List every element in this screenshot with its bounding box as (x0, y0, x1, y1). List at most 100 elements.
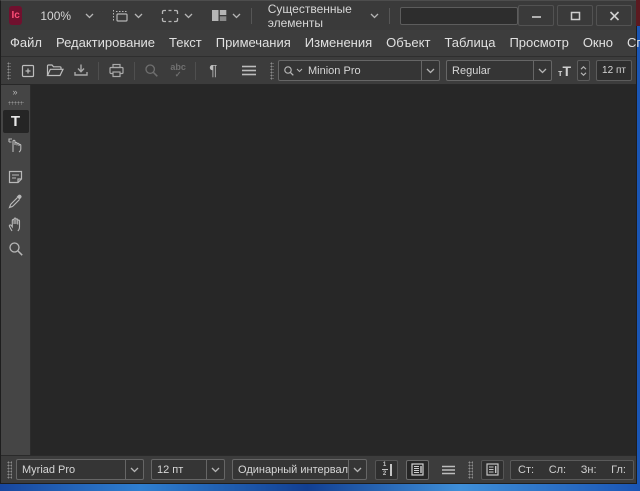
new-document-icon (20, 63, 36, 79)
app-icon[interactable]: Ic (9, 6, 22, 25)
statusbar-font-family-value: Myriad Pro (17, 464, 125, 476)
arrange-documents-icon (211, 9, 227, 22)
font-search-chevron-icon (296, 68, 303, 73)
close-button[interactable] (596, 5, 632, 26)
save-button[interactable] (71, 59, 91, 83)
stat-lines-label: Ст: (518, 464, 534, 476)
menu-view[interactable]: Просмотр (502, 30, 575, 56)
save-icon (73, 63, 89, 78)
show-hidden-characters-button[interactable]: ¶ (203, 59, 223, 83)
line-spacing-value: Одинарный интервал (233, 464, 348, 476)
statusbar-font-family-combo[interactable]: Myriad Pro (16, 459, 144, 480)
statusbar-font-size-combo[interactable]: 12 пт (151, 459, 225, 480)
menu-window[interactable]: Окно (576, 30, 620, 56)
galley-view-toggle-button[interactable] (406, 460, 429, 480)
desktop-wallpaper-accent (636, 0, 640, 26)
titlebar-separator (389, 8, 390, 24)
hand-icon (7, 216, 24, 233)
statusbar-grip-handle[interactable] (468, 461, 473, 479)
line-numbers-icon: 1 2 (382, 462, 392, 477)
hand-tool-button[interactable] (3, 213, 29, 236)
open-folder-icon (46, 63, 64, 78)
minimize-button[interactable] (518, 5, 554, 26)
position-tool-icon (7, 137, 25, 155)
expand-panel-icon[interactable]: » (12, 88, 18, 97)
open-button[interactable] (44, 59, 64, 83)
font-search-icon (283, 65, 295, 77)
type-tool-icon: T (11, 114, 20, 129)
toolbar-grip-handle[interactable] (7, 62, 11, 80)
screen-mode-dropdown[interactable] (161, 9, 193, 23)
menu-notes[interactable]: Примечания (209, 30, 298, 56)
incopy-window: Ic 100% (0, 0, 637, 484)
type-tool-button[interactable]: T (3, 110, 29, 133)
workspace-chevron-down-icon (370, 13, 379, 19)
font-size-value[interactable]: 12 пт (596, 60, 632, 81)
printer-icon (108, 63, 125, 78)
font-style-dropdown-button[interactable] (533, 61, 551, 80)
new-document-button[interactable] (18, 59, 38, 83)
screen-mode-icon (161, 9, 179, 23)
print-button[interactable] (106, 59, 126, 83)
main-area: » T (1, 85, 636, 455)
title-bar: Ic 100% (1, 1, 636, 30)
find-button[interactable] (141, 59, 161, 83)
workspace-label: Существенные элементы (268, 2, 364, 30)
titlebar-search-input[interactable] (400, 7, 518, 25)
document-canvas[interactable] (31, 85, 636, 455)
font-size-icon: тT (558, 64, 571, 78)
toolbar-menu-button[interactable] (239, 59, 259, 83)
note-tool-icon (7, 169, 24, 185)
position-tool-button[interactable] (3, 134, 29, 157)
maximize-button[interactable] (557, 5, 593, 26)
menu-type[interactable]: Текст (162, 30, 209, 56)
toolbar-separator (134, 62, 135, 80)
menu-table[interactable]: Таблица (437, 30, 502, 56)
statusbar-menu-button[interactable] (441, 465, 456, 475)
menu-file[interactable]: Файл (3, 30, 49, 56)
menu-changes[interactable]: Изменения (298, 30, 379, 56)
tools-panel-grip-handle[interactable] (8, 101, 24, 105)
control-toolbar: abc ✓ ¶ (1, 57, 636, 85)
spellcheck-icon: abc ✓ (170, 63, 186, 79)
chevron-down-icon (184, 13, 193, 19)
hamburger-icon (441, 465, 456, 475)
story-info-button[interactable] (481, 460, 504, 480)
menu-bar: Файл Редактирование Текст Примечания Изм… (1, 30, 636, 57)
story-info-icon (486, 463, 499, 476)
line-spacing-combo[interactable]: Одинарный интервал (232, 459, 367, 480)
toolbar-grip-handle[interactable] (270, 62, 274, 80)
font-style-combo[interactable]: Regular (446, 60, 552, 81)
statusbar-font-family-dropdown-button[interactable] (125, 460, 143, 479)
pilcrow-icon: ¶ (209, 63, 217, 78)
line-spacing-dropdown-button[interactable] (348, 460, 366, 479)
eyedropper-icon (8, 193, 24, 209)
statusbar-font-size-value: 12 пт (152, 464, 206, 476)
hamburger-icon (241, 65, 257, 76)
spellcheck-button[interactable]: abc ✓ (168, 59, 188, 83)
arrange-documents-dropdown[interactable] (211, 9, 241, 22)
font-family-value: Minion Pro (303, 65, 421, 77)
line-numbers-toggle-button[interactable]: 1 2 (375, 460, 398, 480)
menu-help[interactable]: Справка (620, 30, 640, 56)
zoom-chevron-down-icon[interactable] (85, 13, 94, 19)
titlebar-separator (251, 8, 252, 24)
eyedropper-tool-button[interactable] (3, 189, 29, 212)
zoom-tool-button[interactable] (3, 237, 29, 260)
menu-edit[interactable]: Редактирование (49, 30, 162, 56)
stepper-up-icon (580, 66, 587, 70)
statusbar-font-size-dropdown-button[interactable] (206, 460, 224, 479)
stat-depth-label: Гл: (611, 464, 626, 476)
chevron-down-icon (134, 13, 143, 19)
statusbar-grip-handle[interactable] (7, 461, 12, 479)
font-size-stepper[interactable] (577, 60, 590, 81)
menu-object[interactable]: Объект (379, 30, 437, 56)
font-family-dropdown-button[interactable] (421, 61, 439, 80)
workspace-switcher[interactable]: Существенные элементы (268, 2, 380, 30)
note-tool-button[interactable] (3, 165, 29, 188)
view-options-dropdown[interactable] (112, 9, 143, 23)
font-controls: Minion Pro Regular тT 12 пт (278, 60, 634, 81)
font-family-combo[interactable]: Minion Pro (278, 60, 440, 81)
text-statistics-panel: Ст: Сл: Зн: Гл: (510, 460, 634, 480)
zoom-level-value[interactable]: 100% (40, 9, 71, 23)
